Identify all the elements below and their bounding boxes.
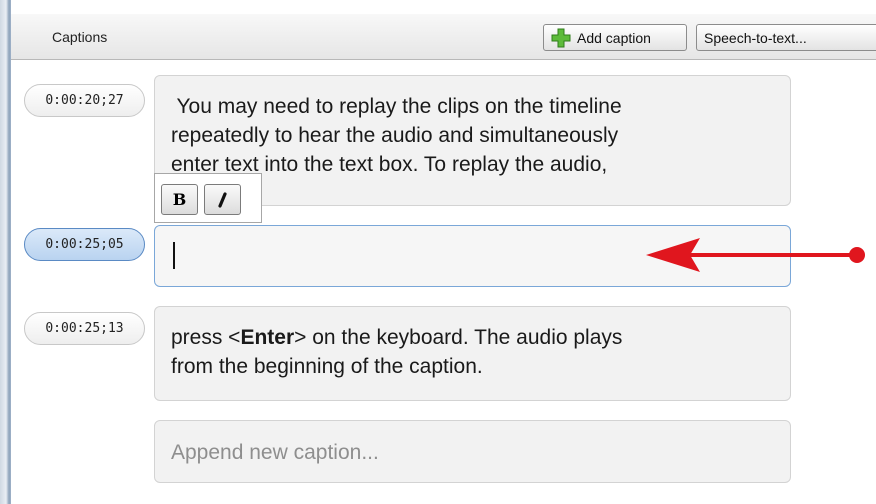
append-caption-input[interactable]: Append new caption... (154, 420, 791, 483)
italic-icon (217, 191, 227, 208)
caption-line: press <Enter> on the keyboard. The audio… (171, 323, 774, 352)
text-cursor (173, 242, 175, 269)
italic-button[interactable] (204, 184, 241, 215)
add-caption-label: Add caption (577, 29, 651, 46)
speech-to-text-button[interactable]: Speech-to-text... (696, 24, 876, 51)
caption-text-box[interactable]: press <Enter> on the keyboard. The audio… (154, 306, 791, 401)
captions-title: Captions (52, 29, 108, 45)
red-arrow-annotation (646, 238, 865, 272)
caption-timestamp-active[interactable]: 0:00:25;05 (24, 228, 145, 261)
add-caption-button[interactable]: Add caption (543, 24, 687, 51)
format-toolbar: B (154, 173, 262, 223)
panel-left-border (0, 0, 11, 504)
caption-line: You may need to replay the clips on the … (171, 95, 622, 118)
caption-line: repeatedly to hear the audio and simulta… (171, 124, 619, 147)
captions-header: Captions Add caption Speech-to-text... (11, 14, 876, 60)
caption-text-segment: press < (171, 326, 241, 349)
speech-to-text-label: Speech-to-text... (704, 29, 807, 46)
bold-button[interactable]: B (161, 184, 198, 215)
caption-timestamp[interactable]: 0:00:20;27 (24, 84, 145, 117)
caption-line: from the beginning of the caption. (171, 355, 483, 378)
plus-icon (551, 28, 571, 47)
caption-timestamp[interactable]: 0:00:25;13 (24, 312, 145, 345)
caption-text-segment: > on the keyboard. The audio plays (294, 326, 623, 349)
caption-bold-text: Enter (240, 326, 295, 349)
